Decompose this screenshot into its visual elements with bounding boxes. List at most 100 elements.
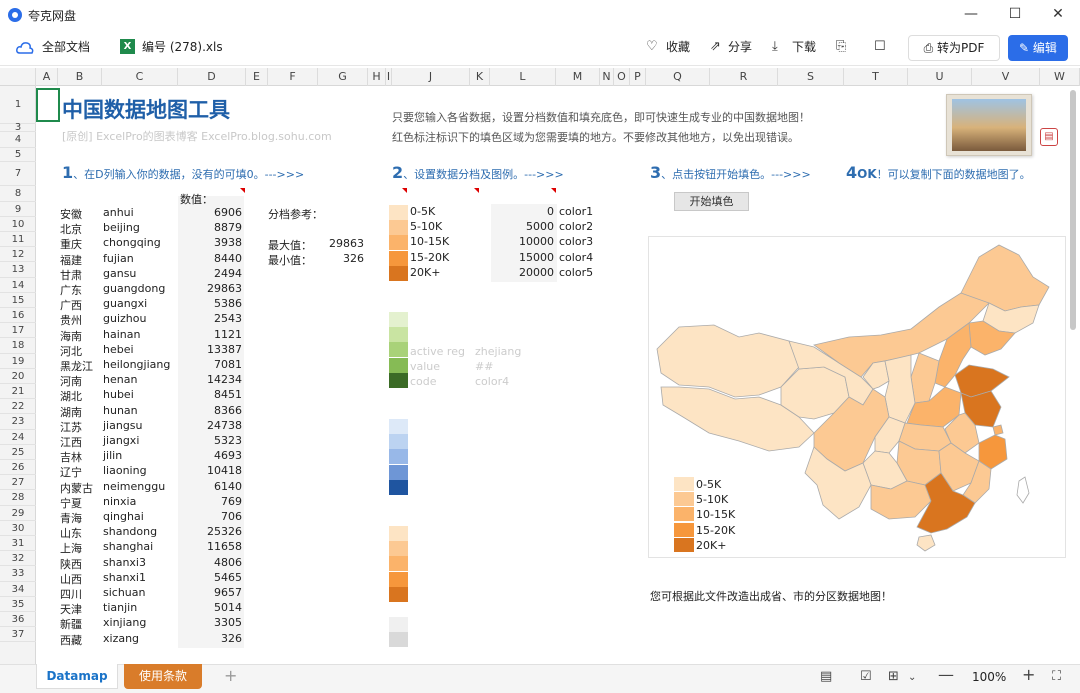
column-header-m[interactable]: M	[556, 68, 600, 86]
province-value[interactable]: 25326	[180, 525, 242, 538]
province-value[interactable]: 8366	[180, 404, 242, 417]
column-header-e[interactable]: E	[246, 68, 268, 86]
row-header-4[interactable]: 4	[0, 132, 36, 148]
province-value[interactable]: 706	[180, 510, 242, 523]
minimize-button[interactable]: —	[956, 4, 986, 24]
column-header-p[interactable]: P	[630, 68, 646, 86]
province-value[interactable]: 5386	[180, 297, 242, 310]
province-value[interactable]: 6906	[180, 206, 242, 219]
bin-label[interactable]: 20K+	[410, 266, 440, 279]
active-cell-a1[interactable]	[36, 88, 60, 122]
column-header-d[interactable]: D	[178, 68, 246, 86]
column-header-v[interactable]: V	[972, 68, 1040, 86]
province-value[interactable]: 3938	[180, 236, 242, 249]
province-value[interactable]: 13387	[180, 343, 242, 356]
row-header-19[interactable]: 19	[0, 354, 36, 369]
favorite-button[interactable]: 收藏	[666, 30, 690, 64]
column-header-j[interactable]: J	[392, 68, 470, 86]
province-value[interactable]: 14234	[180, 373, 242, 386]
to-pdf-button[interactable]: ⎙ 转为PDF	[908, 35, 1000, 61]
column-header-n[interactable]: N	[600, 68, 614, 86]
row-header-27[interactable]: 27	[0, 475, 36, 490]
row-header-28[interactable]: 28	[0, 490, 36, 506]
province-value[interactable]: 2543	[180, 312, 242, 325]
province-value[interactable]: 3305	[180, 616, 242, 629]
row-header-16[interactable]: 16	[0, 308, 36, 323]
row-header-9[interactable]: 9	[0, 202, 36, 217]
row-header-8[interactable]: 8	[0, 186, 36, 202]
province-value[interactable]: 8440	[180, 252, 242, 265]
add-sheet-button[interactable]: +	[224, 666, 237, 685]
row-header-17[interactable]: 17	[0, 323, 36, 338]
export-icon[interactable]: ⎘	[836, 30, 846, 64]
province-value[interactable]: 2494	[180, 267, 242, 280]
bin-label[interactable]: 0-5K	[410, 205, 435, 218]
province-value[interactable]: 4693	[180, 449, 242, 462]
sheet-subtitle[interactable]: [原创] ExcelPro的图表博客 ExcelPro.blog.sohu.co…	[62, 128, 332, 144]
column-header-t[interactable]: T	[844, 68, 908, 86]
province-value[interactable]: 769	[180, 495, 242, 508]
chevron-down-icon[interactable]: ⌄	[908, 672, 916, 683]
column-header-a[interactable]: A	[36, 68, 58, 86]
close-button[interactable]: ✕	[1043, 4, 1073, 24]
floating-tool-icon[interactable]: ▤	[1040, 128, 1058, 146]
row-header-14[interactable]: 14	[0, 278, 36, 293]
province-value[interactable]: 5465	[180, 571, 242, 584]
row-header-3[interactable]: 3	[0, 123, 36, 133]
row-header-26[interactable]: 26	[0, 460, 36, 475]
row-header-32[interactable]: 32	[0, 551, 36, 566]
row-header-29[interactable]: 29	[0, 506, 36, 521]
row-header-13[interactable]: 13	[0, 262, 36, 278]
province-value[interactable]: 326	[180, 632, 242, 645]
province-value[interactable]: 5323	[180, 434, 242, 447]
province-value[interactable]: 9657	[180, 586, 242, 599]
column-header-b[interactable]: B	[58, 68, 102, 86]
province-value[interactable]: 7081	[180, 358, 242, 371]
bin-lower-bound[interactable]: 0	[494, 205, 554, 218]
column-header-c[interactable]: C	[102, 68, 178, 86]
column-header-h[interactable]: H	[368, 68, 386, 86]
bin-label[interactable]: 15-20K	[410, 251, 449, 264]
bin-label[interactable]: 10-15K	[410, 235, 449, 248]
row-header-1[interactable]: 1	[0, 86, 36, 124]
province-value[interactable]: 11658	[180, 540, 242, 553]
fullscreen-icon[interactable]: ⛶	[1052, 669, 1061, 684]
row-header-25[interactable]: 25	[0, 445, 36, 460]
column-header-u[interactable]: U	[908, 68, 972, 86]
vertical-scrollbar[interactable]	[1070, 90, 1076, 330]
province-value[interactable]: 29863	[180, 282, 242, 295]
maximize-button[interactable]: ☐	[1000, 4, 1030, 24]
bin-lower-bound[interactable]: 5000	[494, 220, 554, 233]
column-header-w[interactable]: W	[1040, 68, 1080, 86]
column-header-q[interactable]: Q	[646, 68, 710, 86]
province-value[interactable]: 8879	[180, 221, 242, 234]
row-header-5[interactable]: 5	[0, 148, 36, 162]
column-header-l[interactable]: L	[490, 68, 556, 86]
row-header-21[interactable]: 21	[0, 384, 36, 399]
row-header-20[interactable]: 20	[0, 369, 36, 384]
zoom-in-button[interactable]: +	[1022, 665, 1035, 684]
sheet-tab-datamap[interactable]: Datamap	[36, 664, 118, 689]
row-header-22[interactable]: 22	[0, 399, 36, 414]
bin-lower-bound[interactable]: 15000	[494, 251, 554, 264]
province-value[interactable]: 5014	[180, 601, 242, 614]
row-header-37[interactable]: 37	[0, 627, 36, 642]
row-header-7[interactable]: 7	[0, 162, 36, 186]
row-header-24[interactable]: 24	[0, 430, 36, 445]
province-value[interactable]: 4806	[180, 556, 242, 569]
download-button[interactable]: 下载	[792, 30, 816, 64]
layout-icon[interactable]: ⊞	[888, 669, 899, 684]
all-docs-link[interactable]: 全部文档	[42, 30, 90, 64]
row-header-30[interactable]: 30	[0, 521, 36, 536]
sheet-tab-terms[interactable]: 使用条款	[124, 664, 202, 689]
row-header-36[interactable]: 36	[0, 612, 36, 627]
row-header-12[interactable]: 12	[0, 247, 36, 262]
column-header-s[interactable]: S	[778, 68, 844, 86]
comment-icon[interactable]: ☐	[874, 30, 886, 64]
bin-label[interactable]: 5-10K	[410, 220, 442, 233]
edit-button[interactable]: ✎ 编辑	[1008, 35, 1068, 61]
row-header-15[interactable]: 15	[0, 293, 36, 308]
row-header-31[interactable]: 31	[0, 536, 36, 551]
column-header-r[interactable]: R	[710, 68, 778, 86]
row-header-18[interactable]: 18	[0, 338, 36, 354]
